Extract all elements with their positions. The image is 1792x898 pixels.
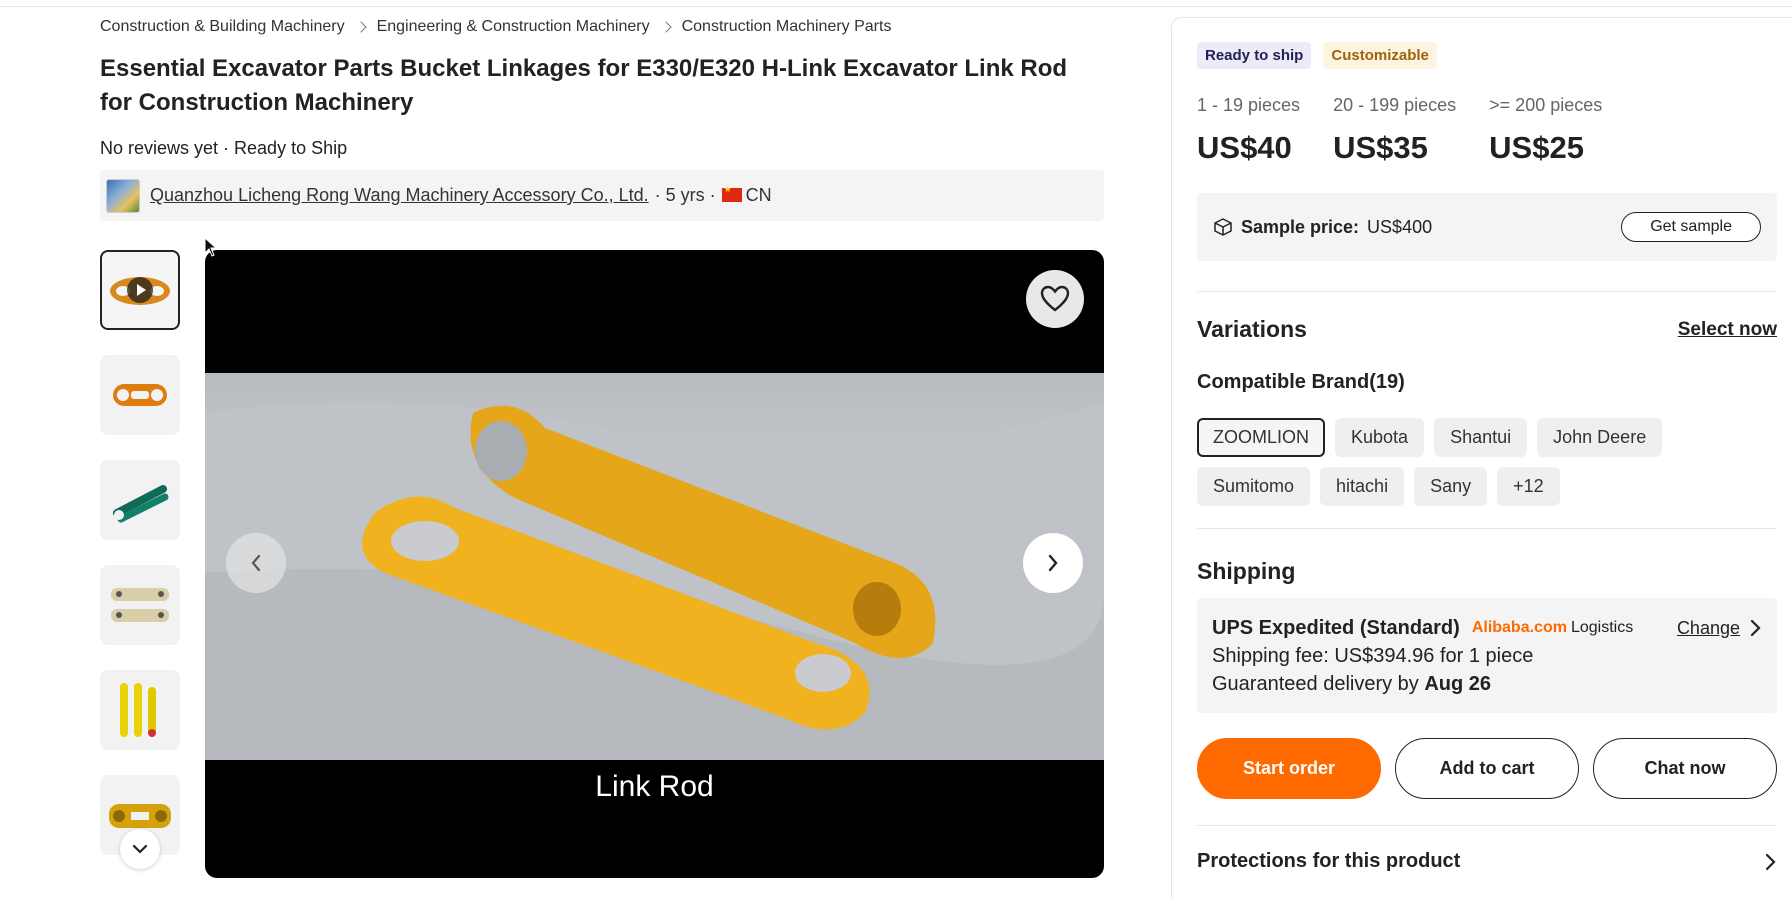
breadcrumb: Construction & Building Machinery Engine… xyxy=(100,18,891,36)
brand-options: ZOOMLION Kubota Shantui John Deere Sumit… xyxy=(1197,418,1737,506)
change-shipping-link[interactable]: Change xyxy=(1677,614,1762,642)
tier-price: US$40 xyxy=(1197,130,1292,165)
variations-heading: Variations xyxy=(1197,316,1307,342)
next-image-button[interactable] xyxy=(1023,533,1083,593)
brand-chip-kubota[interactable]: Kubota xyxy=(1335,418,1425,457)
review-status: No reviews yet · Ready to Ship xyxy=(100,138,348,158)
brand-chip-sany[interactable]: Sany xyxy=(1414,467,1488,506)
logistics-label: Logistics xyxy=(1570,619,1634,636)
tier-range: 1 - 19 pieces xyxy=(1197,95,1301,115)
play-icon xyxy=(127,277,153,303)
supplier-years: · 5 yrs · xyxy=(654,185,716,205)
brand-chip-hitachi[interactable]: hitachi xyxy=(1320,467,1405,506)
price-tier: 1 - 19 pieces US$40 xyxy=(1197,95,1300,166)
alibaba-logistics-brand: Alibaba.com xyxy=(1471,619,1567,636)
delivery-estimate: Guaranteed delivery by Aug 26 xyxy=(1212,670,1762,698)
beige-link-image xyxy=(111,588,169,622)
get-sample-button[interactable]: Get sample xyxy=(1621,212,1761,242)
shipping-method: UPS Expedited (Standard) xyxy=(1212,617,1460,639)
price-tier: 20 - 199 pieces US$35 xyxy=(1333,95,1456,166)
add-to-cart-button[interactable]: Add to cart xyxy=(1395,738,1579,799)
delivery-prefix: Guaranteed delivery by xyxy=(1212,673,1425,695)
shipping-box: UPS Expedited (Standard) Alibaba.com Log… xyxy=(1197,598,1777,713)
variations-header: Variations Select now xyxy=(1197,316,1777,343)
sample-price-value: US$400 xyxy=(1367,216,1433,237)
chevron-left-icon xyxy=(251,554,261,572)
chevron-right-icon xyxy=(354,21,367,33)
thumbnail-orange-link[interactable] xyxy=(100,355,180,435)
shipping-heading: Shipping xyxy=(1197,558,1296,584)
supplier-logo[interactable] xyxy=(106,178,140,213)
country-code: CN xyxy=(745,185,772,205)
start-order-button[interactable]: Start order xyxy=(1197,738,1381,799)
product-badges: Ready to ship Customizable xyxy=(1197,42,1437,69)
chevron-right-icon xyxy=(1750,619,1761,637)
chat-now-button[interactable]: Chat now xyxy=(1593,738,1777,799)
brand-chip-more[interactable]: +12 xyxy=(1497,467,1560,506)
green-link-image xyxy=(113,485,169,523)
media-caption: Link Rod xyxy=(595,770,714,803)
compatible-brand-heading: Compatible Brand(19) xyxy=(1197,371,1405,393)
section-divider xyxy=(1197,528,1777,529)
orange-link-image xyxy=(113,384,167,406)
section-divider xyxy=(1197,291,1777,292)
breadcrumb-item-construction-building[interactable]: Construction & Building Machinery xyxy=(100,18,345,36)
brand-chip-sumitomo[interactable]: Sumitomo xyxy=(1197,467,1311,506)
main-product-media[interactable]: Link Rod xyxy=(205,250,1104,878)
chevron-right-icon xyxy=(659,21,672,33)
ready-to-ship-badge: Ready to ship xyxy=(1197,42,1312,69)
customizable-badge: Customizable xyxy=(1323,42,1437,69)
china-flag-icon xyxy=(721,184,742,202)
select-now-link[interactable]: Select now xyxy=(1678,319,1777,341)
thumbnail-list xyxy=(100,250,182,880)
chevron-right-icon xyxy=(1765,853,1776,870)
link-rod-image xyxy=(205,401,1104,760)
breadcrumb-item-engineering[interactable]: Engineering & Construction Machinery xyxy=(377,18,650,36)
thumbnail-yellow-rods[interactable] xyxy=(100,670,180,750)
change-label: Change xyxy=(1676,618,1740,638)
tier-range: 20 - 199 pieces xyxy=(1333,95,1457,115)
supplier-country: CN xyxy=(721,184,772,206)
delivery-date: Aug 26 xyxy=(1424,673,1492,695)
thumbnail-green-link[interactable] xyxy=(100,460,180,540)
tier-price: US$25 xyxy=(1489,130,1584,165)
yellow-rods-image xyxy=(120,683,156,737)
box-icon xyxy=(1214,218,1232,236)
heart-icon xyxy=(1040,285,1070,312)
protections-label: Protections for this product xyxy=(1197,850,1461,872)
product-title: Essential Excavator Parts Bucket Linkage… xyxy=(100,55,1068,116)
price-tiers: 1 - 19 pieces US$40 20 - 199 pieces US$3… xyxy=(1197,95,1635,166)
tier-range: >= 200 pieces xyxy=(1489,95,1603,115)
section-divider xyxy=(1197,825,1777,826)
breadcrumb-item-parts[interactable]: Construction Machinery Parts xyxy=(682,18,892,36)
mouse-cursor-icon xyxy=(204,236,218,261)
product-photo xyxy=(205,373,1104,760)
previous-image-button[interactable] xyxy=(226,533,286,593)
brand-chip-shantui[interactable]: Shantui xyxy=(1434,418,1528,457)
action-buttons: Start order Add to cart Chat now xyxy=(1197,738,1777,799)
chevron-down-icon xyxy=(132,844,148,854)
top-divider xyxy=(0,6,1792,7)
protections-row[interactable]: Protections for this product xyxy=(1197,850,1777,873)
thumbnail-video[interactable] xyxy=(100,250,180,330)
chevron-right-icon xyxy=(1048,554,1058,572)
brand-chip-john-deere[interactable]: John Deere xyxy=(1537,418,1663,457)
favorite-button[interactable] xyxy=(1026,270,1084,328)
tier-price: US$35 xyxy=(1333,130,1428,165)
supplier-name-link[interactable]: Quanzhou Licheng Rong Wang Machinery Acc… xyxy=(150,185,649,206)
sample-price-box: Sample price: US$400 Get sample xyxy=(1197,193,1777,261)
thumbnail-beige-link[interactable] xyxy=(100,565,180,645)
sample-price-label: Sample price: xyxy=(1241,216,1360,237)
thumbnails-scroll-down-button[interactable] xyxy=(120,829,160,869)
price-tier: >= 200 pieces US$25 xyxy=(1489,95,1602,166)
supplier-bar: Quanzhou Licheng Rong Wang Machinery Acc… xyxy=(100,170,1104,221)
shipping-fee: Shipping fee: US$394.96 for 1 piece xyxy=(1212,645,1534,667)
brand-chip-zoomlion[interactable]: ZOOMLION xyxy=(1197,418,1326,457)
